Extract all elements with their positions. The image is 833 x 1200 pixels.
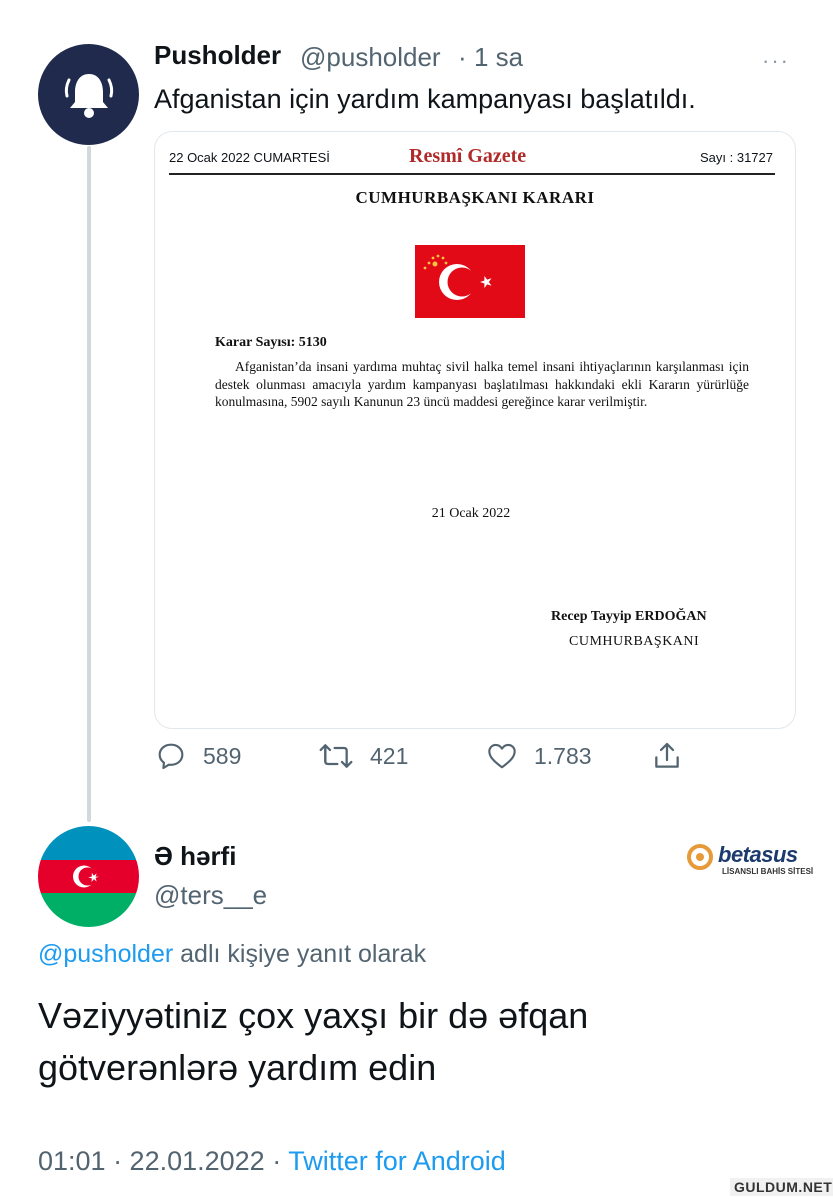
heart-icon (488, 743, 516, 769)
tweet-media-image[interactable]: 22 Ocak 2022 CUMARTESİ Resmî Gazete Sayı… (154, 131, 796, 729)
site-watermark: GULDUM.NET (730, 1178, 833, 1196)
brand-tagline: LİSANSLI BAHİS SİTESİ (722, 867, 814, 876)
betasus-logo: betasus LİSANSLI BAHİS SİTESİ (686, 840, 824, 878)
brand-logo-text: betasus (718, 842, 798, 867)
reply-count: 589 (203, 742, 242, 769)
retweet-count: 421 (370, 742, 409, 769)
reply-text: Vəziyyətiniz çox yaxşı bir də əfqan götv… (38, 995, 589, 1088)
retweet-button[interactable]: 421 (318, 740, 408, 772)
tweet-author-name[interactable]: Pusholder (154, 40, 281, 71)
bell-icon (64, 73, 113, 118)
gazette-body-text: Afganistan’da insani yardıma muhtaç sivi… (215, 359, 749, 409)
thread-connector-line (87, 146, 91, 822)
reply-button[interactable]: 589 (155, 740, 241, 772)
reply-author-avatar[interactable] (38, 826, 139, 927)
gazette-header-rule (169, 173, 775, 175)
reply-author-handle[interactable]: @ters__e (154, 880, 267, 911)
tweet-author-handle[interactable]: @pusholder (300, 42, 441, 73)
retweet-icon (319, 744, 353, 768)
gazette-decision-number: Karar Sayısı: 5130 (215, 335, 327, 350)
like-count: 1.783 (534, 742, 592, 769)
gazette-signed-date: 21 Ocak 2022 (431, 506, 511, 521)
azerbaijan-flag-icon (38, 826, 139, 927)
share-button[interactable] (651, 740, 699, 772)
gazette-issue-number: Sayı : 31727 (700, 150, 773, 165)
reply-author-name[interactable]: Ə hərfi (154, 841, 236, 872)
tweet-footer: 01:01 · 22.01.2022 · Twitter for Android (38, 1146, 506, 1177)
reply-timestamp[interactable]: 01:01 · 22.01.2022 · (38, 1146, 288, 1176)
gazette-masthead: Resmî Gazete (409, 145, 527, 167)
gazette-signatory: Recep Tayyip ERDOĞAN (551, 609, 707, 624)
reply-to-mention[interactable]: @pusholder (38, 940, 173, 968)
gazette-signatory-title: CUMHURBAŞKANI (569, 634, 700, 649)
more-options-icon[interactable]: ··· (762, 48, 790, 74)
tweet-source-link[interactable]: Twitter for Android (288, 1146, 506, 1176)
tweet-time-ago[interactable]: 1 sa (474, 42, 523, 73)
gazette-date-line: 22 Ocak 2022 CUMARTESİ (169, 150, 330, 165)
tweet-text: Afganistan için yardım kampanyası başlat… (154, 84, 696, 114)
reply-to-line: @pusholder adlı kişiye yanıt olarak (38, 940, 426, 969)
like-button[interactable]: 1.783 (486, 740, 592, 772)
separator-dot: · (458, 42, 467, 72)
gazette-heading: CUMHURBAŞKANI KARARI (355, 188, 595, 207)
turkish-flag-icon (415, 245, 525, 318)
reply-icon (158, 743, 184, 770)
reply-to-suffix: adlı kişiye yanıt olarak (173, 940, 427, 968)
share-icon (655, 742, 679, 768)
pusholder-avatar[interactable] (38, 44, 139, 145)
